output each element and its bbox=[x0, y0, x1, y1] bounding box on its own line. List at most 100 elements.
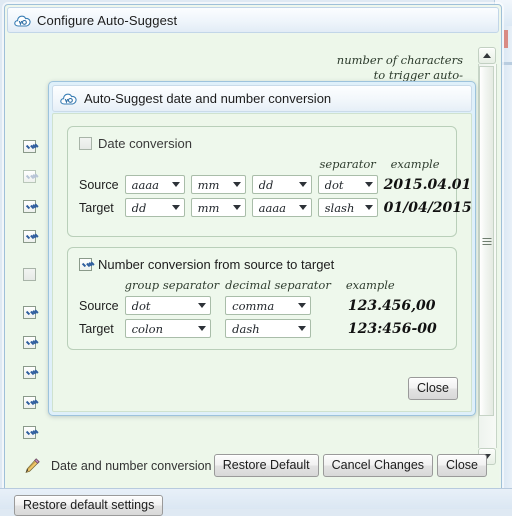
date-conversion-header[interactable]: Date conversion bbox=[68, 127, 456, 151]
number-conversion-header[interactable]: Number conversion from source to target bbox=[68, 248, 456, 272]
number-conversion-group: Number conversion from source to target … bbox=[67, 247, 457, 350]
checkbox-icon[interactable] bbox=[23, 396, 36, 409]
checkbox-icon[interactable] bbox=[23, 306, 36, 319]
date-header-part2 bbox=[188, 155, 249, 173]
date-header-part3 bbox=[249, 155, 315, 173]
checkbox-icon[interactable] bbox=[23, 366, 36, 379]
background-window-accent bbox=[504, 30, 508, 48]
chevron-down-icon bbox=[197, 326, 206, 331]
select-value: slash bbox=[324, 200, 355, 215]
number-source-decimal-separator-select[interactable]: comma bbox=[225, 296, 312, 315]
checkbox-icon[interactable] bbox=[23, 336, 36, 349]
chevron-down-icon bbox=[171, 182, 180, 187]
date-target-example: 01/04/2015 bbox=[383, 199, 472, 216]
cancel-changes-button[interactable]: Cancel Changes bbox=[322, 454, 434, 477]
pencil-icon bbox=[23, 457, 41, 475]
inner-dialog-close-button[interactable]: Close bbox=[408, 377, 458, 400]
setting-checkbox-10[interactable] bbox=[23, 426, 36, 439]
date-header-example: example bbox=[390, 157, 440, 171]
background-window-divider bbox=[502, 62, 512, 65]
setting-checkbox-5[interactable] bbox=[23, 268, 36, 281]
number-source-group-separator-select[interactable]: dot bbox=[124, 296, 211, 315]
checkbox-icon[interactable] bbox=[23, 426, 36, 439]
date-header-part1 bbox=[122, 155, 188, 173]
checkbox-icon[interactable] bbox=[23, 140, 36, 153]
date-source-part2-select[interactable]: mm bbox=[190, 175, 246, 194]
date-source-part3-select[interactable]: dd bbox=[251, 175, 312, 194]
outer-dialog-button-bar: Restore Default Cancel Changes Close bbox=[213, 454, 487, 477]
checkbox-icon[interactable] bbox=[23, 230, 36, 243]
checkbox-icon[interactable] bbox=[23, 200, 36, 213]
close-button[interactable]: Close bbox=[437, 454, 487, 477]
checkbox-icon[interactable] bbox=[23, 170, 36, 183]
setting-checkbox-3[interactable] bbox=[23, 200, 36, 213]
setting-checkbox-2[interactable] bbox=[23, 170, 36, 183]
number-source-label: Source bbox=[79, 298, 119, 313]
chevron-down-icon bbox=[364, 205, 373, 210]
number-table-header-row: group separator decimal separator exampl… bbox=[76, 276, 440, 294]
number-conversion-label: Number conversion from source to target bbox=[98, 257, 335, 272]
number-target-row: Target colon dash 123:456-00 bbox=[76, 317, 440, 340]
date-target-label: Target bbox=[79, 200, 114, 215]
date-source-separator-select[interactable]: dot bbox=[317, 175, 378, 194]
date-target-separator-select[interactable]: slash bbox=[317, 198, 378, 217]
date-source-row: Source aaaa mm dd dot 2015.04.01 bbox=[76, 173, 475, 196]
number-target-label: Target bbox=[79, 321, 114, 336]
checkbox-icon[interactable] bbox=[23, 268, 36, 281]
chevron-down-icon bbox=[298, 205, 307, 210]
date-target-part3-select[interactable]: aaaa bbox=[251, 198, 312, 217]
date-target-row: Target dd mm aaaa slash 01/04/2015 bbox=[76, 196, 475, 219]
setting-checkbox-7[interactable] bbox=[23, 336, 36, 349]
chevron-down-icon bbox=[298, 182, 307, 187]
date-conversion-label: Date conversion bbox=[98, 136, 192, 151]
cloud-icon bbox=[60, 92, 77, 105]
select-value: mm bbox=[197, 200, 220, 215]
select-value: dd bbox=[258, 177, 274, 192]
date-number-conversion-row[interactable]: Date and number conversion bbox=[23, 457, 212, 475]
number-header-example: example bbox=[345, 278, 395, 292]
restore-default-button[interactable]: Restore Default bbox=[213, 454, 319, 477]
date-conversion-table: separator example Source aaaa mm dd dot … bbox=[76, 155, 475, 219]
number-target-group-separator-select[interactable]: colon bbox=[124, 319, 211, 338]
number-target-example: 123:456-00 bbox=[347, 320, 437, 337]
date-source-part1-select[interactable]: aaaa bbox=[124, 175, 185, 194]
select-value: comma bbox=[232, 298, 275, 313]
date-conversion-checkbox[interactable] bbox=[79, 137, 92, 150]
setting-checkbox-8[interactable] bbox=[23, 366, 36, 379]
number-conversion-table: group separator decimal separator exampl… bbox=[76, 276, 440, 340]
outer-dialog-title: Configure Auto-Suggest bbox=[37, 12, 178, 28]
chevron-down-icon bbox=[171, 205, 180, 210]
select-value: aaaa bbox=[131, 177, 160, 192]
hint-line-1: number of characters bbox=[336, 53, 463, 67]
inner-dialog-title: Auto-Suggest date and number conversion bbox=[84, 91, 332, 106]
restore-default-settings-button[interactable]: Restore default settings bbox=[14, 495, 164, 516]
vertical-scrollbar[interactable] bbox=[478, 47, 497, 465]
number-header-decimal-separator: decimal separator bbox=[225, 278, 331, 292]
select-value: dot bbox=[131, 298, 151, 313]
chevron-down-icon bbox=[197, 303, 206, 308]
auto-suggest-hint-text: number of characters to trigger auto- bbox=[263, 53, 463, 83]
date-table-header-row: separator example bbox=[76, 155, 475, 173]
setting-checkbox-1[interactable] bbox=[23, 140, 36, 153]
chevron-down-icon bbox=[232, 182, 241, 187]
number-conversion-checkbox[interactable] bbox=[79, 258, 92, 271]
number-source-example: 123.456,00 bbox=[347, 297, 436, 314]
date-target-part2-select[interactable]: mm bbox=[190, 198, 246, 217]
date-number-conversion-dialog: Auto-Suggest date and number conversion … bbox=[48, 81, 476, 416]
select-value: dot bbox=[324, 177, 344, 192]
scrollbar-thumb[interactable] bbox=[479, 66, 494, 416]
inner-dialog-titlebar: Auto-Suggest date and number conversion bbox=[52, 85, 472, 112]
date-header-separator: separator bbox=[319, 157, 376, 171]
select-value: colon bbox=[131, 321, 163, 336]
scroll-up-arrow-icon[interactable] bbox=[478, 47, 496, 64]
inner-dialog-body: Date conversion separator example Source… bbox=[52, 113, 472, 412]
setting-checkbox-4[interactable] bbox=[23, 230, 36, 243]
date-source-label: Source bbox=[79, 177, 119, 192]
setting-checkbox-6[interactable] bbox=[23, 306, 36, 319]
date-source-example: 2015.04.01 bbox=[383, 176, 472, 193]
setting-checkbox-9[interactable] bbox=[23, 396, 36, 409]
date-target-part1-select[interactable]: dd bbox=[124, 198, 185, 217]
date-number-conversion-label: Date and number conversion bbox=[51, 459, 212, 473]
background-bottom-bar: Restore default settings bbox=[0, 488, 512, 516]
number-target-decimal-separator-select[interactable]: dash bbox=[225, 319, 312, 338]
